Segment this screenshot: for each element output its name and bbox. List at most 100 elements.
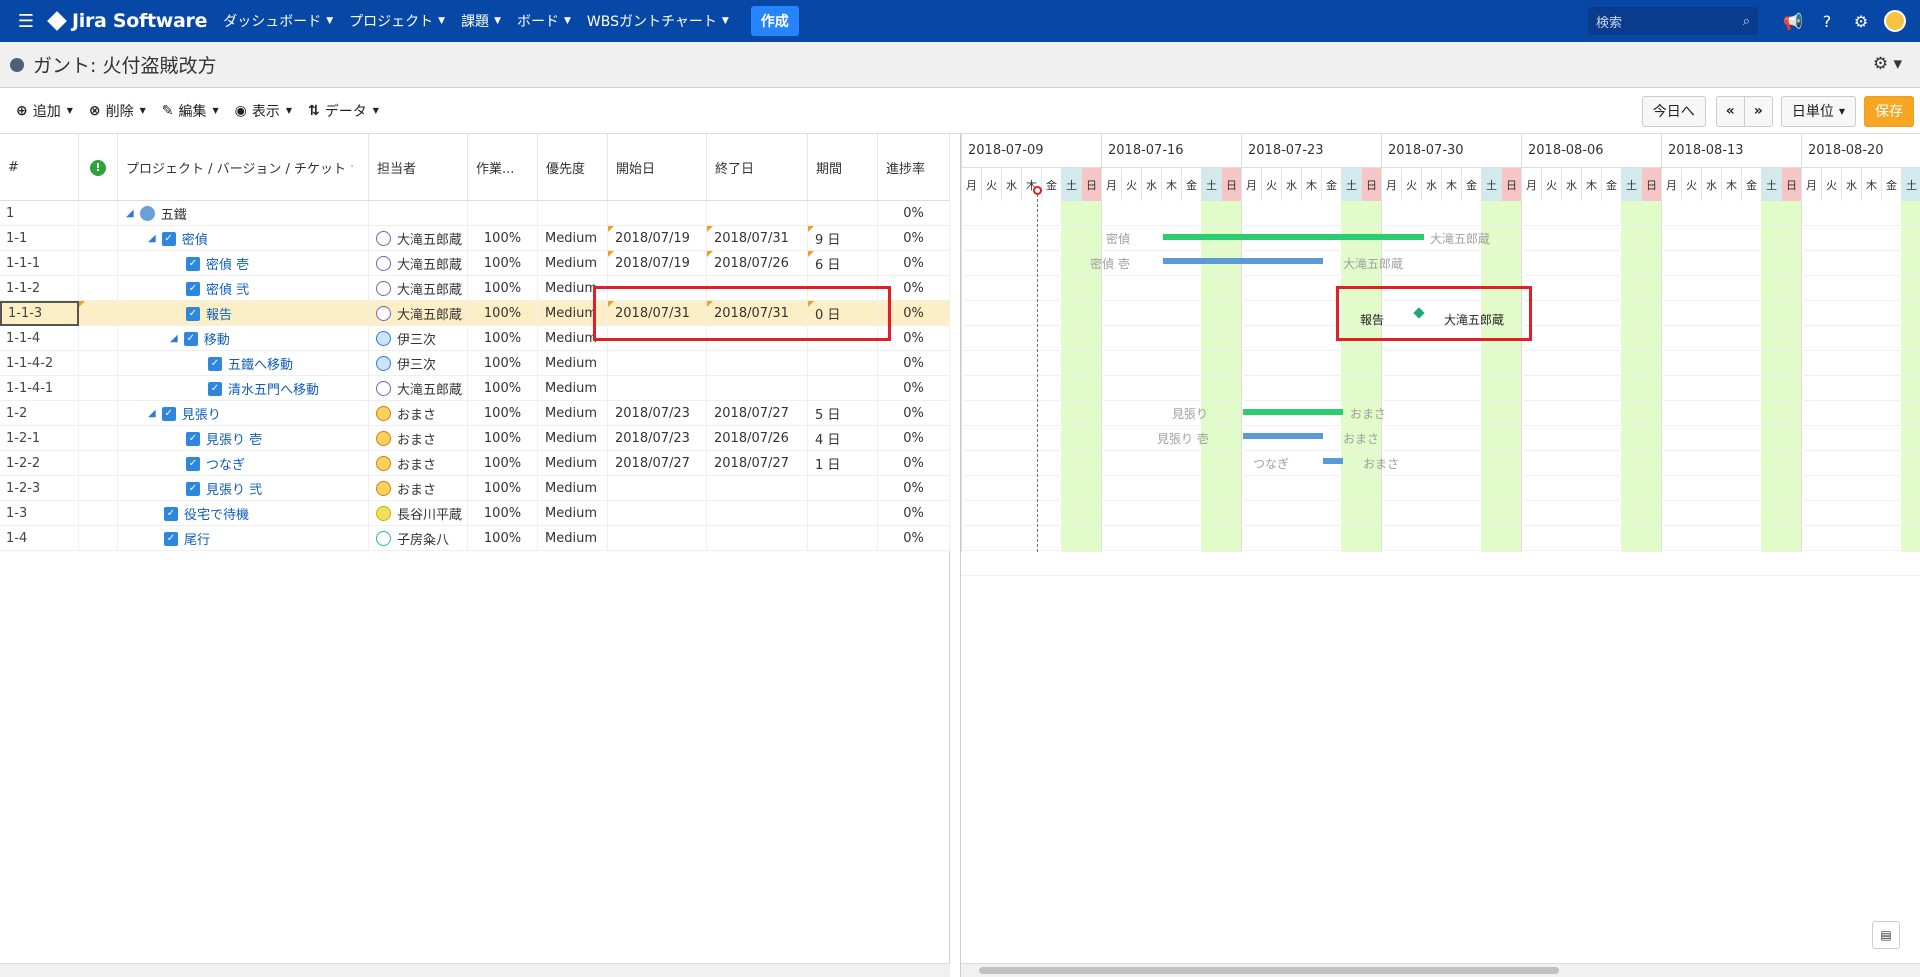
ticket-link[interactable]: 密偵 [182,229,208,248]
cell-assignee[interactable]: 大滝五郎蔵 [369,301,468,326]
jira-logo[interactable]: Jira Software [47,10,208,32]
cell-start[interactable] [608,201,707,226]
unit-dropdown[interactable]: 日単位 ▼ [1780,95,1856,127]
collapse-caret-icon[interactable]: ◢ [126,208,134,219]
cell-duration[interactable] [808,376,878,401]
col-header-work[interactable]: 作業... [468,134,538,201]
user-avatar[interactable] [1884,10,1906,32]
delete-button[interactable]: ⊗ 削除 ▼ [89,101,146,121]
cell-assignee[interactable]: おまさ [369,401,468,426]
cell-project[interactable]: ◢ ✓ 密偵 [118,226,369,251]
cell-project[interactable]: ◢ 五鐵 [118,201,369,226]
cell-priority[interactable]: Medium [538,226,608,251]
col-header-alert[interactable]: ! [79,134,118,201]
data-button[interactable]: ⇅ データ ▼ [308,101,379,121]
cell-end[interactable]: 2018/07/26 [707,426,808,451]
cell-work[interactable]: 100% [468,426,538,451]
cell-project[interactable]: ✓ つなぎ [118,451,369,476]
cell-duration[interactable] [808,501,878,526]
cell-start[interactable]: 2018/07/19 [608,251,707,276]
col-header-num[interactable]: # [0,134,79,201]
export-document-button[interactable]: ▤ [1872,921,1900,949]
ticket-link[interactable]: 清水五門へ移動 [228,379,319,398]
cell-progress[interactable]: 0% [878,251,950,276]
cell-alert[interactable] [79,451,118,476]
cell-work[interactable]: 100% [468,226,538,251]
cell-num[interactable]: 1-3 [0,501,79,526]
cell-duration[interactable] [808,476,878,501]
cell-work[interactable]: 100% [468,476,538,501]
cell-priority[interactable]: Medium [538,251,608,276]
search-input[interactable]: 検索 ⌕ [1588,7,1758,35]
edit-button[interactable]: ✎ 編集 ▼ [162,101,219,121]
cell-duration[interactable]: 9 日 [808,226,878,251]
cell-num[interactable]: 1-1-3 [0,301,79,326]
task-bar-tsunagi[interactable] [1323,458,1343,464]
cell-num[interactable]: 1-2 [0,401,79,426]
cell-work[interactable]: 100% [468,401,538,426]
cell-duration[interactable] [808,526,878,551]
cell-assignee[interactable] [369,201,468,226]
cell-assignee[interactable]: 伊三次 [369,326,468,351]
cell-work[interactable]: 100% [468,351,538,376]
cell-alert[interactable] [79,276,118,301]
cell-project[interactable]: ✓ 見張り 弐 [118,476,369,501]
ticket-link[interactable]: 役宅で待機 [184,504,249,523]
col-header-start[interactable]: 開始日 [608,134,707,201]
ticket-link[interactable]: 見張り 壱 [206,429,262,448]
summary-bar-mittei[interactable] [1163,234,1424,240]
ticket-link[interactable]: 移動 [204,329,230,348]
cell-duration[interactable]: 1 日 [808,451,878,476]
cell-project[interactable]: ✓ 五鐵へ移動 [118,351,369,376]
task-bar-mittei1[interactable] [1163,258,1323,264]
nav-boards[interactable]: ボード ▼ [517,11,571,31]
cell-num[interactable]: 1-1-4-1 [0,376,79,401]
cell-assignee[interactable]: 子房粂八 [369,526,468,551]
cell-start[interactable] [608,526,707,551]
cell-work[interactable]: 100% [468,451,538,476]
cell-alert[interactable] [79,351,118,376]
cell-work[interactable]: 100% [468,376,538,401]
cell-progress[interactable]: 0% [878,201,950,226]
ticket-link[interactable]: 見張り 弐 [206,479,262,498]
cell-num[interactable]: 1-4 [0,526,79,551]
ticket-link[interactable]: 密偵 弐 [206,279,249,298]
table-row[interactable]: 1-1 ◢ ✓ 密偵 大滝五郎蔵 100% Medium 2018/07/19 20… [0,226,950,251]
table-row[interactable]: 1-2-3 ✓ 見張り 弐 おまさ 100% Medium 0% [0,476,950,501]
cell-num[interactable]: 1-1-4-2 [0,351,79,376]
gantt-scrollbar[interactable] [961,963,1920,977]
cell-assignee[interactable]: 大滝五郎蔵 [369,376,468,401]
cell-end[interactable] [707,501,808,526]
cell-priority[interactable]: Medium [538,376,608,401]
cell-alert[interactable] [79,226,118,251]
table-row[interactable]: 1-1-4-2 ✓ 五鐵へ移動 伊三次 100% Medium 0% [0,351,950,376]
cell-work[interactable]: 100% [468,326,538,351]
cell-num[interactable]: 1-1-4 [0,326,79,351]
cell-end[interactable]: 2018/07/31 [707,226,808,251]
cell-duration[interactable]: 5 日 [808,401,878,426]
cell-start[interactable] [608,501,707,526]
cell-end[interactable]: 2018/07/26 [707,251,808,276]
cell-duration[interactable]: 6 日 [808,251,878,276]
gantt-scrollbar-thumb[interactable] [979,967,1559,974]
cell-alert[interactable] [79,251,118,276]
nav-wbs-gantt[interactable]: WBSガントチャート ▼ [587,11,729,31]
cell-end[interactable] [707,526,808,551]
cell-end[interactable] [707,351,808,376]
cell-alert[interactable] [79,401,118,426]
cell-priority[interactable]: Medium [538,526,608,551]
col-header-assignee[interactable]: 担当者 [369,134,468,201]
cell-num[interactable]: 1-1 [0,226,79,251]
cell-alert[interactable] [79,526,118,551]
cell-num[interactable]: 1-2-1 [0,426,79,451]
cell-project[interactable]: ◢ ✓ 見張り [118,401,369,426]
cell-project[interactable]: ✓ 清水五門へ移動 [118,376,369,401]
nav-projects[interactable]: プロジェクト ▼ [349,11,445,31]
table-row[interactable]: 1-1-4-1 ✓ 清水五門へ移動 大滝五郎蔵 100% Medium 0% [0,376,950,401]
cell-num[interactable]: 1 [0,201,79,226]
cell-priority[interactable]: Medium [538,426,608,451]
cell-alert[interactable] [79,376,118,401]
ticket-link[interactable]: つなぎ [206,454,245,473]
cell-alert[interactable] [79,501,118,526]
table-row[interactable]: 1-4 ✓ 尾行 子房粂八 100% Medium 0% [0,526,950,551]
